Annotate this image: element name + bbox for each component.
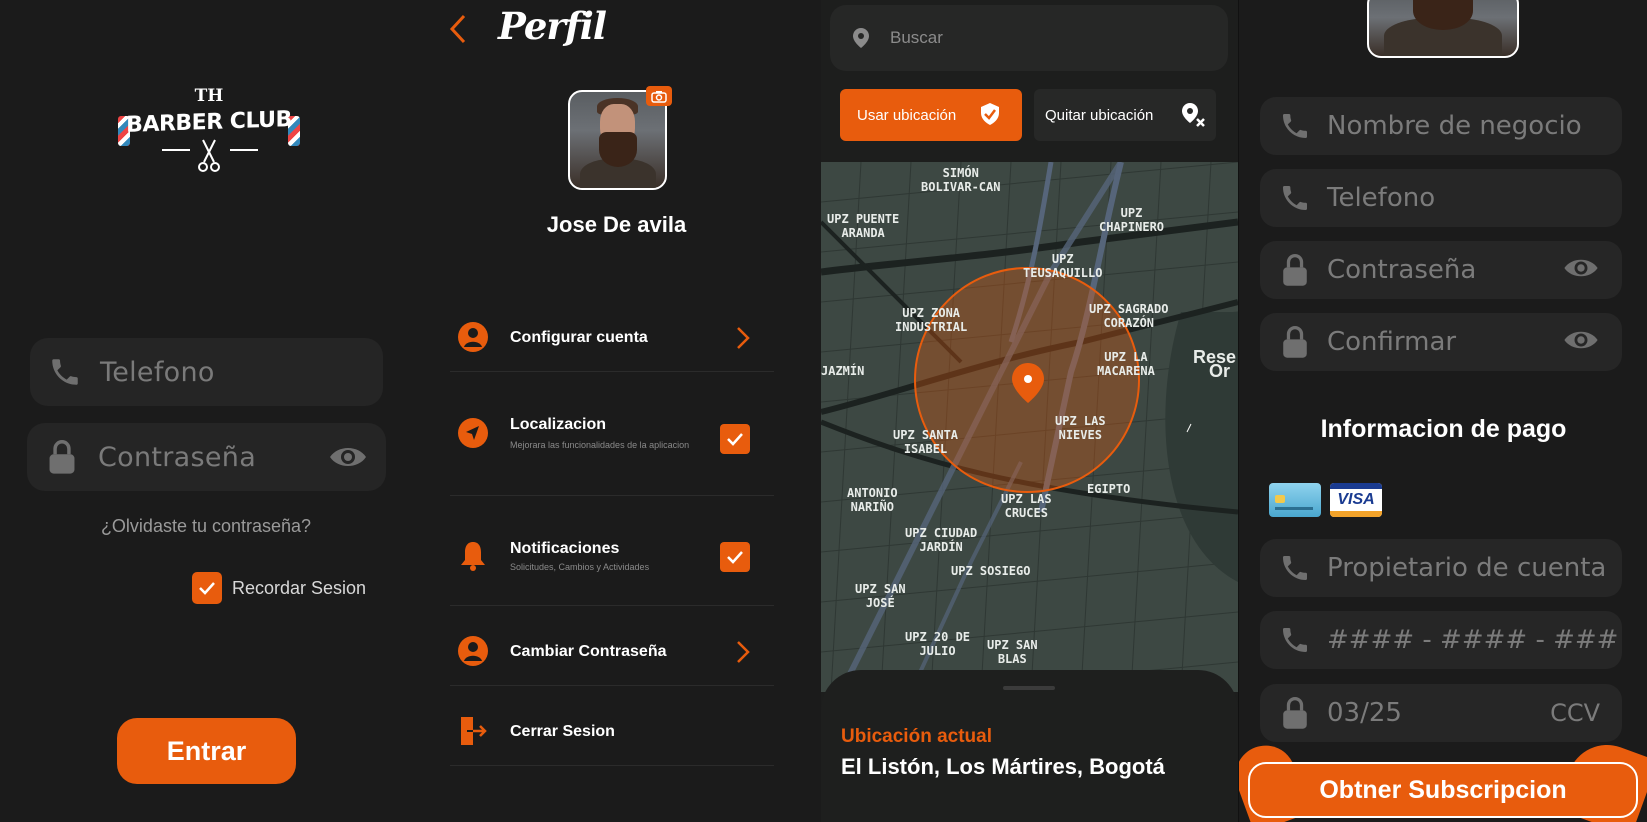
current-location-address: El Listón, Los Mártires, Bogotá	[841, 754, 1165, 779]
chevron-right-icon	[736, 640, 750, 669]
chevron-right-icon	[736, 326, 750, 355]
location-checkbox[interactable]	[720, 424, 750, 454]
menu-item-cerrar-sesion[interactable]: Cerrar Sesion	[450, 686, 774, 766]
user-circle-icon	[458, 636, 488, 666]
check-icon	[199, 582, 215, 595]
visa-label: VISA	[1337, 491, 1375, 508]
lock-icon	[45, 439, 79, 475]
bell-icon	[458, 540, 488, 571]
account-owner-placeholder: Propietario de cuenta	[1327, 553, 1607, 583]
eye-icon[interactable]	[1562, 256, 1600, 285]
ccv-placeholder[interactable]: CCV	[1550, 699, 1600, 727]
register-screen: Nombre de negocio Telefono Contraseña Co…	[1238, 0, 1647, 822]
map-marker-icon	[1011, 362, 1045, 409]
page-title: Perfil	[498, 4, 607, 48]
logo-main-text: BARBER CLUB	[126, 107, 292, 138]
menu-item-title: Cerrar Sesion	[510, 723, 615, 740]
confirm-password-field[interactable]: Confirmar	[1260, 313, 1622, 371]
remember-label: Recordar Sesion	[232, 578, 367, 598]
menu-item-configurar-cuenta[interactable]: Configurar cuenta	[450, 302, 774, 372]
use-location-label: Usar ubicación	[857, 106, 957, 124]
lock-icon	[1278, 253, 1312, 287]
check-icon	[727, 433, 743, 446]
map-roads	[821, 162, 1238, 692]
user-name: Jose De avila	[546, 212, 687, 237]
business-name-placeholder: Nombre de negocio	[1327, 111, 1582, 141]
menu-item-localizacion[interactable]: Localizacion Mejorara las funcionalidade…	[450, 372, 774, 496]
location-remove-icon	[1180, 102, 1206, 132]
password-placeholder: Contraseña	[1327, 255, 1477, 285]
card-number-placeholder: #### - #### - ###	[1327, 625, 1619, 655]
phone-icon	[1278, 181, 1312, 215]
eye-icon[interactable]	[328, 444, 368, 470]
logout-icon	[458, 716, 488, 746]
search-input[interactable]: Buscar	[830, 5, 1228, 71]
menu-item-notificaciones[interactable]: Notificaciones Solicitudes, Cambios y Ac…	[450, 496, 774, 606]
barber-club-logo: TH BARBER CLUB	[118, 86, 300, 176]
menu-item-subtitle: Solicitudes, Cambios y Actividades	[510, 562, 650, 572]
location-screen: Buscar Usar ubicación Quitar ubicación S…	[821, 0, 1238, 822]
scissors-icon	[198, 139, 220, 172]
map-view[interactable]: SIMÓN BOLIVAR-CAN UPZ PUENTE ARANDA UPZ CHA…	[821, 162, 1238, 692]
forgot-password-link[interactable]: ¿Olvidaste tu contraseña?	[0, 516, 412, 537]
location-sheet: Ubicación actual El Listón, Los Mártires…	[821, 670, 1238, 822]
menu-item-subtitle: Mejorara las funcionalidades de la aplic…	[510, 440, 690, 450]
phone-field[interactable]: Telefono	[30, 338, 383, 406]
current-location-label: Ubicación actual	[841, 726, 992, 747]
phone-placeholder: Telefono	[100, 356, 215, 388]
search-placeholder: Buscar	[890, 28, 943, 47]
sheet-drag-handle[interactable]	[1003, 686, 1055, 690]
phone-field[interactable]: Telefono	[1260, 169, 1622, 227]
menu-item-title: Notificaciones	[510, 540, 620, 557]
menu-item-cambiar-contrasena[interactable]: Cambiar Contraseña	[450, 606, 774, 686]
account-owner-field[interactable]: Propietario de cuenta	[1260, 539, 1622, 597]
password-field[interactable]: Contraseña	[27, 423, 386, 491]
phone-icon	[1278, 623, 1312, 657]
eye-icon[interactable]	[1562, 328, 1600, 357]
password-field[interactable]: Contraseña	[1260, 241, 1622, 299]
enter-button[interactable]: Entrar	[117, 718, 296, 784]
login-screen: TH BARBER CLUB Telefono Contraseña ¿Olvi…	[0, 0, 412, 822]
notifications-checkbox[interactable]	[720, 542, 750, 572]
lock-icon	[1278, 325, 1312, 359]
credit-card-icon[interactable]	[1269, 483, 1321, 517]
subscribe-button[interactable]: Obtner Subscripcion	[1248, 762, 1638, 818]
phone-placeholder: Telefono	[1327, 183, 1436, 213]
remove-location-label: Quitar ubicación	[1045, 106, 1154, 124]
expiry-field[interactable]: 03/25 CCV	[1260, 684, 1622, 742]
expiry-placeholder: 03/25	[1327, 698, 1402, 728]
check-icon	[727, 551, 743, 564]
remove-location-button[interactable]: Quitar ubicación	[1034, 89, 1216, 141]
user-circle-icon	[458, 322, 488, 352]
logo-divider	[230, 149, 258, 151]
phone-icon	[48, 355, 82, 389]
remember-checkbox[interactable]	[192, 572, 222, 604]
lock-icon	[1278, 696, 1312, 730]
menu-item-title: Configurar cuenta	[510, 329, 648, 346]
use-location-button[interactable]: Usar ubicación	[840, 89, 1022, 141]
confirm-password-placeholder: Confirmar	[1327, 327, 1457, 357]
payment-info-title: Informacion de pago	[1320, 415, 1567, 443]
shield-check-icon	[980, 102, 1000, 130]
business-name-field[interactable]: Nombre de negocio	[1260, 97, 1622, 155]
menu-item-title: Cambiar Contraseña	[510, 643, 667, 660]
camera-icon[interactable]	[646, 86, 672, 106]
menu-item-title: Localizacion	[510, 416, 607, 433]
phone-icon	[1278, 551, 1312, 585]
avatar	[1367, 0, 1519, 58]
location-pin-icon	[852, 27, 870, 49]
navigation-arrow-icon	[458, 418, 488, 448]
card-number-field[interactable]: #### - #### - ###	[1260, 611, 1622, 669]
phone-icon	[1278, 109, 1312, 143]
back-arrow-icon[interactable]	[448, 14, 468, 49]
logo-divider	[162, 149, 190, 151]
profile-screen: Perfil Jose De avila Configurar cuenta L…	[412, 0, 821, 822]
visa-card-icon[interactable]: VISA	[1330, 483, 1382, 517]
password-placeholder: Contraseña	[98, 441, 257, 473]
logo-th-text: TH	[194, 86, 224, 106]
